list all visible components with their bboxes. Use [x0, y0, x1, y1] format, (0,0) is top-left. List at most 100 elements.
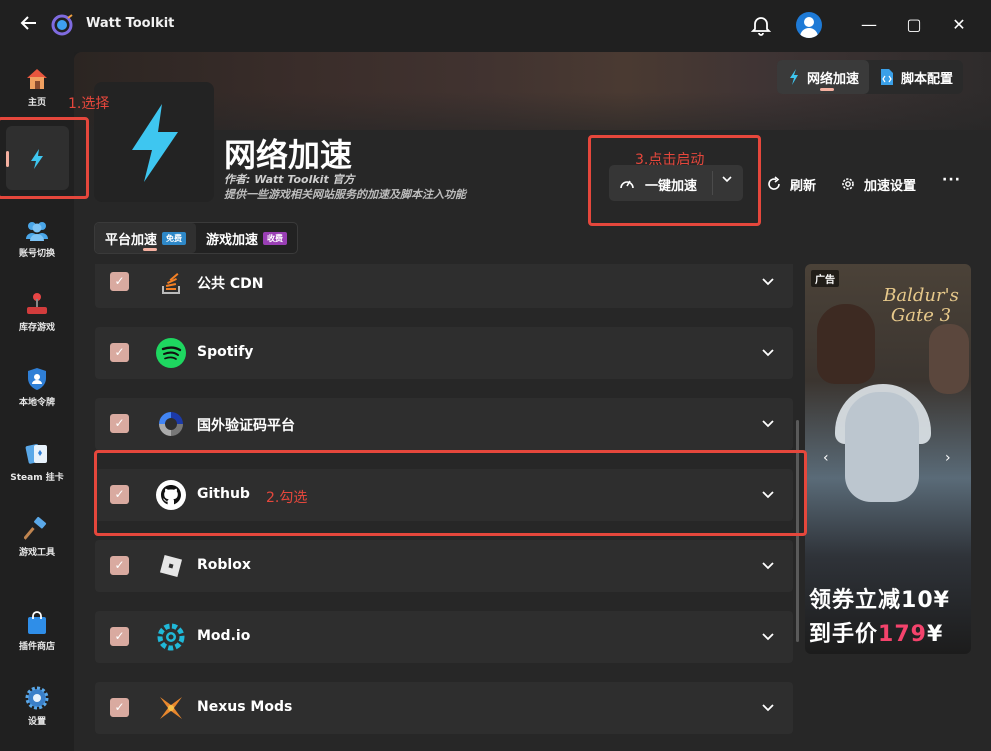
app-title: Watt Toolkit: [86, 16, 175, 31]
list-item[interactable]: ✓ 国外验证码平台: [95, 398, 793, 450]
sidebar-item-game-library[interactable]: 库存游戏: [0, 291, 74, 333]
app-logo-icon: [50, 13, 74, 37]
refresh-icon: [768, 176, 780, 190]
tab-label: 网络加速: [807, 71, 860, 87]
joystick-icon: [27, 293, 47, 314]
notification-bell-icon[interactable]: [750, 14, 772, 36]
sidebar-item-home[interactable]: 主页: [0, 66, 74, 108]
shield-icon: [28, 368, 46, 390]
tab-platform-accel[interactable]: 平台加速 免费: [95, 223, 197, 253]
close-button[interactable]: ✕: [948, 14, 970, 36]
list-item[interactable]: ✓ 公共 CDN: [95, 264, 793, 308]
sidebar-item-label: 本地令牌: [18, 398, 55, 408]
shopping-bag-icon: [28, 611, 46, 634]
more-options-button[interactable]: ···: [942, 172, 961, 188]
page-author: 作者: Watt Toolkit 官方: [224, 173, 355, 186]
chevron-right-icon[interactable]: ›: [945, 450, 951, 466]
ad-price-text: 到手价179¥: [809, 622, 944, 647]
annotation-box-step1: [0, 117, 89, 199]
lightning-icon: [132, 104, 178, 182]
ad-character-image: [845, 392, 919, 502]
list-item[interactable]: ✓ Spotify: [95, 327, 793, 379]
tab-label: 平台加速: [105, 232, 158, 248]
checkbox[interactable]: ✓: [110, 272, 129, 291]
row-label: Nexus Mods: [197, 699, 293, 715]
users-icon: [26, 222, 48, 241]
tab-game-accel[interactable]: 游戏加速 收费: [196, 223, 297, 253]
sidebar-item-settings[interactable]: 设置: [0, 685, 74, 727]
paid-badge: 收费: [263, 231, 288, 245]
sidebar-item-account-switch[interactable]: 账号切换: [0, 217, 74, 259]
row-label: Mod.io: [197, 628, 251, 644]
sidebar-item-label: 主页: [27, 98, 46, 108]
annotation-box-step2: [94, 450, 807, 536]
top-tab-bar: 网络加速 脚本配置: [777, 60, 964, 94]
sidebar-item-steam-idle[interactable]: Steam 挂卡: [0, 441, 74, 483]
row-label: 公共 CDN: [197, 276, 264, 292]
page-title: 网络加速: [224, 136, 353, 174]
modio-icon: [157, 623, 185, 651]
sidebar-item-label: 游戏工具: [18, 548, 55, 558]
minimize-button[interactable]: —: [858, 14, 880, 36]
chevron-left-icon[interactable]: ‹: [823, 450, 829, 466]
sidebar-item-plugin-store[interactable]: 插件商店: [0, 610, 74, 652]
main-content: 网络加速 作者: Watt Toolkit 官方 提供一些游戏相关网站服务的加速…: [74, 52, 991, 751]
cards-icon: [25, 444, 47, 464]
list-item[interactable]: ✓ Roblox: [95, 540, 793, 592]
nexusmods-icon: [160, 697, 182, 719]
maximize-button[interactable]: ▢: [903, 14, 925, 36]
sidebar-item-label: 插件商店: [18, 642, 55, 652]
chevron-down-icon[interactable]: [759, 414, 777, 432]
stackoverflow-icon: [162, 273, 180, 294]
title-bar: Watt Toolkit — ▢ ✕: [0, 0, 991, 52]
ad-character-image: [817, 304, 875, 384]
home-icon: [27, 69, 47, 89]
chevron-down-icon[interactable]: [759, 627, 777, 645]
chevron-down-icon[interactable]: [759, 556, 777, 574]
checkbox[interactable]: ✓: [110, 414, 129, 433]
user-avatar[interactable]: [796, 12, 822, 38]
ad-tag: 广告: [811, 270, 839, 287]
ad-banner[interactable]: 广告 Baldur's Gate 3 ‹ › 领券立减10¥ 到手价179¥: [805, 264, 971, 654]
row-label: Spotify: [197, 344, 254, 360]
hammer-icon: [24, 516, 47, 540]
accel-settings-button[interactable]: 加速设置: [840, 172, 916, 196]
tab-script-config[interactable]: 脚本配置: [869, 60, 963, 94]
ad-game-logo: Baldur's Gate 3: [883, 285, 959, 326]
lightning-icon: [790, 69, 798, 85]
gear-icon: [842, 178, 854, 190]
checkbox[interactable]: ✓: [110, 343, 129, 362]
annotation-step1: 1.选择: [68, 96, 110, 112]
annotation-step2: 2.勾选: [266, 490, 308, 506]
chevron-down-icon[interactable]: [759, 272, 777, 290]
tab-network-accel[interactable]: 网络加速: [777, 60, 870, 94]
script-file-icon: [881, 69, 894, 85]
ad-promo-text: 领券立减10¥: [809, 588, 950, 613]
refresh-button[interactable]: 刷新: [766, 172, 816, 196]
row-label: 国外验证码平台: [197, 418, 295, 434]
sidebar-item-local-token[interactable]: 本地令牌: [0, 366, 74, 408]
recaptcha-icon: [159, 412, 183, 436]
list-item[interactable]: ✓ Mod.io: [95, 611, 793, 663]
tab-label: 游戏加速: [206, 232, 259, 248]
sidebar-item-label: 库存游戏: [18, 323, 55, 333]
list-item[interactable]: ✓ Nexus Mods: [95, 682, 793, 734]
settings-label: 加速设置: [864, 178, 917, 194]
spotify-icon: [156, 338, 186, 368]
tab-label: 脚本配置: [901, 71, 954, 87]
chevron-down-icon[interactable]: [759, 698, 777, 716]
checkbox[interactable]: ✓: [110, 698, 129, 717]
sidebar-item-label: Steam 挂卡: [10, 473, 64, 483]
checkbox[interactable]: ✓: [110, 556, 129, 575]
checkbox[interactable]: ✓: [110, 627, 129, 646]
page-description: 提供一些游戏相关网站服务的加速及脚本注入功能: [224, 188, 466, 201]
sub-tab-bar: 平台加速 免费 游戏加速 收费: [94, 222, 299, 254]
chevron-down-icon[interactable]: [759, 343, 777, 361]
annotation-step3: 3.点击启动: [635, 152, 705, 168]
roblox-icon: [159, 554, 183, 578]
sidebar-item-game-tools[interactable]: 游戏工具: [0, 516, 74, 558]
sidebar-item-label: 设置: [27, 717, 46, 727]
refresh-label: 刷新: [790, 178, 817, 194]
ad-character-image: [929, 324, 969, 394]
back-arrow-icon[interactable]: [18, 14, 40, 36]
